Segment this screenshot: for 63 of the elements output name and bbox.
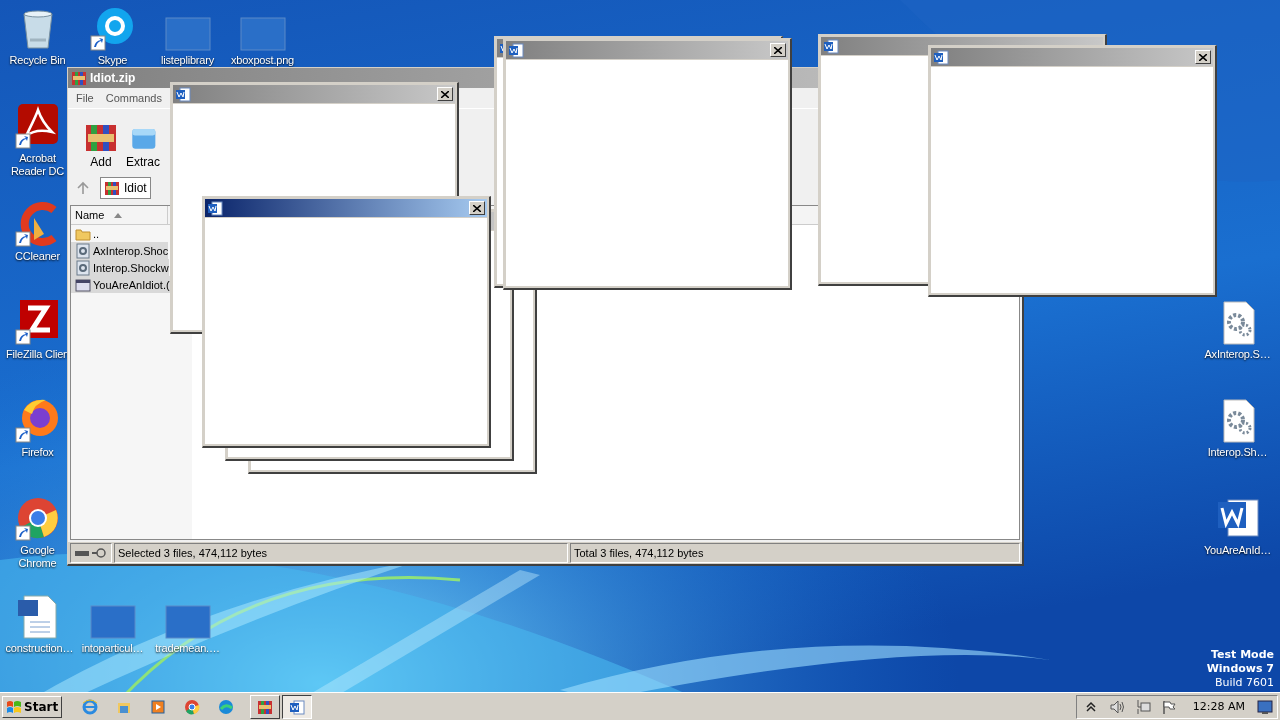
toolbar-button[interactable]: Add xyxy=(82,111,120,173)
close-button[interactable] xyxy=(770,43,786,57)
column-header[interactable]: Name xyxy=(71,206,168,224)
document-icon xyxy=(933,49,949,65)
close-icon xyxy=(441,90,449,98)
icon-label: Google Chrome xyxy=(17,544,58,570)
browser-icon xyxy=(82,698,99,715)
media-player-icon xyxy=(150,698,167,715)
file-row[interactable]: YouAreAnIdiot.( xyxy=(71,276,170,293)
file-icon xyxy=(75,259,91,276)
close-icon xyxy=(774,46,782,54)
file-row[interactable]: AxInterop.Shoc xyxy=(71,242,169,259)
network-icon[interactable] xyxy=(1134,698,1151,715)
close-button[interactable] xyxy=(469,201,485,215)
icon-label: trademean.… xyxy=(154,642,221,655)
browser-icon xyxy=(184,698,201,715)
file-icon xyxy=(75,276,91,293)
close-button[interactable] xyxy=(437,87,453,101)
toolbar-button[interactable]: Extrac xyxy=(124,111,162,173)
close-icon xyxy=(1199,53,1207,61)
archive-icon xyxy=(104,180,120,196)
start-button[interactable]: Start xyxy=(2,695,63,718)
os-notice-text: Test Mode xyxy=(1211,648,1274,662)
show-desktop-icon xyxy=(1257,698,1273,715)
os-notice-text: Build 7601 xyxy=(1214,676,1274,690)
clock[interactable]: 12:28 AM xyxy=(1192,700,1245,713)
icon-label: Firefox xyxy=(20,446,55,459)
address-field[interactable]: Idiot xyxy=(100,177,151,199)
icon-label: Interop.Sh… xyxy=(1206,446,1269,459)
icon-label: AxInterop.S… xyxy=(1203,348,1272,361)
icon-label: xboxpost.png xyxy=(229,54,295,67)
document-icon xyxy=(289,698,306,715)
document-icon xyxy=(207,200,223,216)
document-icon xyxy=(508,42,524,58)
file-icon xyxy=(75,242,91,259)
file-row[interactable]: .. xyxy=(71,225,100,242)
browser-icon xyxy=(218,698,235,715)
icon-label: construction… xyxy=(5,642,70,655)
icon-label: Acrobat Reader DC xyxy=(9,152,66,178)
close-icon xyxy=(473,204,481,212)
windows-flag-icon xyxy=(6,699,22,714)
icon-label: listeplibrary xyxy=(160,54,215,67)
os-notice-text: Windows 7 xyxy=(1206,662,1274,676)
status-text: Selected 3 files, 474,112 bytes xyxy=(114,543,568,563)
window-title: Idiot.zip xyxy=(90,71,136,85)
menu-item[interactable]: Commands xyxy=(105,92,162,104)
flag-icon[interactable] xyxy=(1160,698,1177,715)
document-icon xyxy=(175,86,191,102)
icon-label: Skype xyxy=(96,54,129,67)
icon-label: YouAreAnId… xyxy=(1202,544,1273,557)
archive-icon xyxy=(257,698,274,715)
status-icons xyxy=(70,543,112,563)
document-icon xyxy=(823,38,839,54)
close-button[interactable] xyxy=(1195,50,1211,64)
file-row[interactable]: Interop.Shockw xyxy=(71,259,169,276)
icon-label: Recycle Bin xyxy=(8,54,67,67)
status-text: Total 3 files, 474,112 bytes xyxy=(570,543,1020,563)
icon-label: intoparticul… xyxy=(80,642,145,655)
app-icon xyxy=(71,70,87,86)
taskbar-button[interactable] xyxy=(282,694,313,719)
icon-label: CCleaner xyxy=(14,250,61,263)
speaker-icon[interactable] xyxy=(1108,698,1125,715)
menu-item[interactable]: File xyxy=(76,92,94,104)
